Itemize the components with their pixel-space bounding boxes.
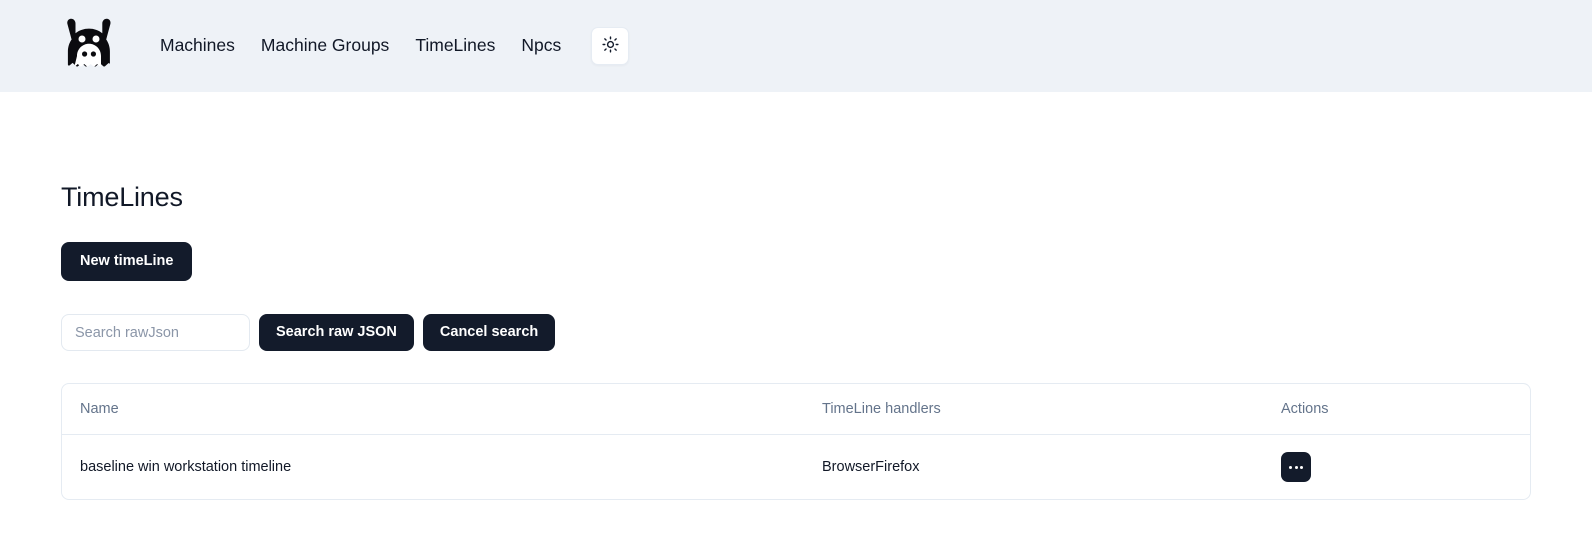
cancel-search-button[interactable]: Cancel search [422, 314, 556, 351]
row-actions-menu-button[interactable] [1281, 452, 1311, 482]
theme-toggle-button[interactable] [591, 27, 630, 65]
page-title: TimeLines [61, 182, 183, 212]
ellipsis-icon-dot [1294, 465, 1298, 469]
ellipsis-icon-dot [1289, 465, 1292, 469]
sun-icon [602, 36, 619, 56]
search-toolbar: Search raw JSON Cancel search [61, 314, 1531, 351]
cell-name: baseline win workstation timeline [80, 459, 292, 475]
column-header-timeline-handlers: TimeLine handlers [822, 384, 1281, 435]
nav-link-machines[interactable]: Machines [147, 37, 248, 55]
column-header-name: Name [62, 384, 822, 435]
table-body: baseline win workstation timeline Browse… [62, 435, 1530, 500]
nav-links: Machines Machine Groups TimeLines Npcs [147, 37, 574, 55]
new-timeline-button[interactable]: New timeLine [61, 242, 193, 281]
ellipsis-icon-dot [1300, 465, 1303, 469]
timelines-table-card: Name TimeLine handlers Actions baseline … [61, 383, 1531, 500]
search-raw-json-button[interactable]: Search raw JSON [259, 314, 414, 351]
cell-actions [1281, 435, 1530, 500]
table-header: Name TimeLine handlers Actions [62, 384, 1530, 435]
timelines-table: Name TimeLine handlers Actions baseline … [62, 384, 1530, 499]
column-header-actions: Actions [1281, 384, 1530, 435]
top-navbar: Machines Machine Groups TimeLines Npcs [0, 0, 1592, 92]
search-rawjson-input[interactable] [61, 314, 250, 351]
cell-timeline-handlers: BrowserFirefox [822, 459, 920, 475]
ghost-monster-logo-icon [63, 15, 115, 78]
nav-link-machine-groups[interactable]: Machine Groups [248, 37, 402, 55]
nav-link-npcs[interactable]: Npcs [508, 37, 574, 55]
table-row[interactable]: baseline win workstation timeline Browse… [62, 435, 1530, 500]
nav-link-timelines[interactable]: TimeLines [402, 37, 508, 55]
table-header-row: Name TimeLine handlers Actions [62, 384, 1530, 435]
main-content: TimeLines New timeLine Search raw JSON C… [0, 182, 1592, 500]
brand-logo-link[interactable] [61, 15, 117, 77]
